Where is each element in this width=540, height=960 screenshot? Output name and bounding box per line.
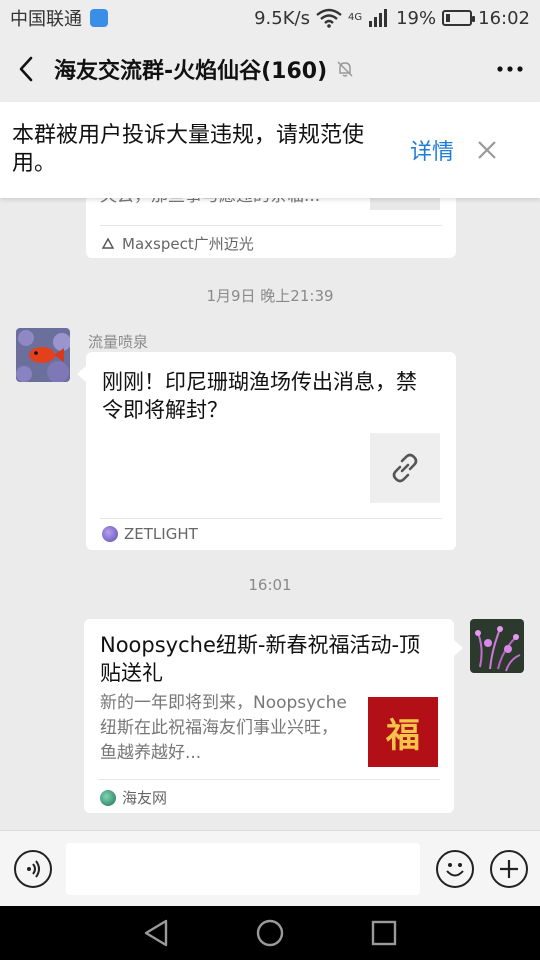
timestamp: 1月9日 晚上21:39 — [206, 287, 334, 305]
battery-percent: 19% — [396, 7, 437, 29]
bubble-tail — [454, 640, 463, 656]
notification-app-icon — [90, 9, 108, 27]
voice-input-button[interactable] — [14, 849, 52, 888]
chat-header: 海友交流群-火焰仙谷(160) — [0, 36, 540, 102]
battery-icon — [442, 10, 476, 26]
card-divider — [98, 779, 440, 780]
fu-character: 福 — [386, 715, 420, 756]
complaint-banner: 本群被用户投诉大量违规，请规范使用。 详情 — [0, 102, 540, 198]
source-name: 海友网 — [122, 789, 168, 807]
coral-avatar-image — [470, 619, 524, 673]
link-icon — [392, 453, 418, 483]
network-type: 4G — [347, 11, 363, 23]
smiley-icon — [446, 862, 464, 876]
battery-fill — [446, 14, 451, 22]
close-icon — [478, 141, 496, 159]
clock: 16:02 — [478, 7, 530, 29]
status-bar: 中国联通 9.5K/s 4G 19% 16:02 — [0, 0, 540, 36]
card-divider — [100, 518, 442, 519]
haiyouwang-logo-icon — [100, 789, 116, 806]
card-source: ZETLIGHT — [102, 525, 198, 543]
message-input[interactable] — [66, 842, 420, 895]
card-description: 失去，那些事与愿违的亲临... — [100, 198, 360, 209]
card-source: Maxspect广州迈光 — [100, 233, 254, 254]
avatar[interactable] — [16, 328, 70, 382]
banner-detail-link[interactable]: 详情 — [410, 134, 454, 166]
card-title: 刚刚！印尼珊瑚渔场传出消息，禁令即将解封？ — [102, 370, 417, 422]
avatar[interactable] — [470, 619, 524, 673]
nav-recents-icon[interactable] — [370, 919, 398, 947]
source-logo-icon — [101, 237, 115, 249]
card-thumbnail: 福 — [368, 697, 438, 767]
source-name: ZETLIGHT — [124, 525, 198, 543]
emoji-button[interactable] — [436, 849, 474, 888]
network-speed: 9.5K/s — [254, 7, 310, 29]
system-navigation-bar — [0, 906, 540, 960]
zetlight-logo-icon — [102, 526, 118, 542]
chat-input-bar — [0, 830, 540, 906]
wifi-icon — [316, 8, 342, 28]
nav-back-icon[interactable] — [142, 918, 170, 948]
plus-icon — [500, 859, 518, 878]
voice-icon — [27, 859, 40, 878]
chat-title: 海友交流群-火焰仙谷(160) — [54, 59, 328, 84]
signal-icon — [369, 9, 388, 27]
more-functions-button[interactable] — [490, 849, 528, 888]
more-options-button[interactable] — [480, 36, 540, 102]
card-link-thumbnail — [370, 433, 440, 503]
nav-home-icon[interactable] — [255, 918, 285, 948]
bubble-tail — [77, 366, 86, 382]
link-card-partial[interactable]: 失去，那些事与愿违的亲临... Maxspect广州迈光 — [86, 198, 456, 258]
timestamp: 16:01 — [248, 576, 292, 594]
carrier-label: 中国联通 — [10, 9, 82, 30]
banner-close-button[interactable] — [472, 135, 502, 165]
chevron-left-icon — [19, 56, 33, 82]
back-button[interactable] — [0, 36, 52, 102]
mute-bell-icon — [337, 61, 353, 77]
chat-message-list[interactable]: 失去，那些事与愿违的亲临... Maxspect广州迈光 1月9日 晚上21:3… — [0, 198, 540, 830]
card-divider — [100, 225, 442, 226]
fish-avatar-image — [16, 328, 70, 382]
banner-text: 本群被用户投诉大量违规，请规范使用。 — [12, 123, 365, 176]
link-card-message[interactable]: Noopsyche纽斯-新春祝福活动-顶贴送礼 新的一年即将到来，Noopsyc… — [84, 619, 454, 813]
link-card-message[interactable]: 刚刚！印尼珊瑚渔场传出消息，禁令即将解封？ ZETLIGHT — [86, 352, 456, 550]
more-dots-icon — [497, 66, 523, 72]
card-description: 新的一年即将到来，Noopsyche纽斯在此祝福海友们事业兴旺，鱼越养越好... — [100, 693, 347, 763]
source-name: Maxspect广州迈光 — [122, 235, 254, 253]
card-thumbnail — [370, 198, 440, 210]
status-right: 9.5K/s 4G 19% 16:02 — [254, 8, 530, 29]
card-title: Noopsyche纽斯-新春祝福活动-顶贴送礼 — [100, 633, 421, 685]
sender-name: 流量喷泉 — [88, 333, 149, 351]
card-source: 海友网 — [100, 787, 167, 808]
